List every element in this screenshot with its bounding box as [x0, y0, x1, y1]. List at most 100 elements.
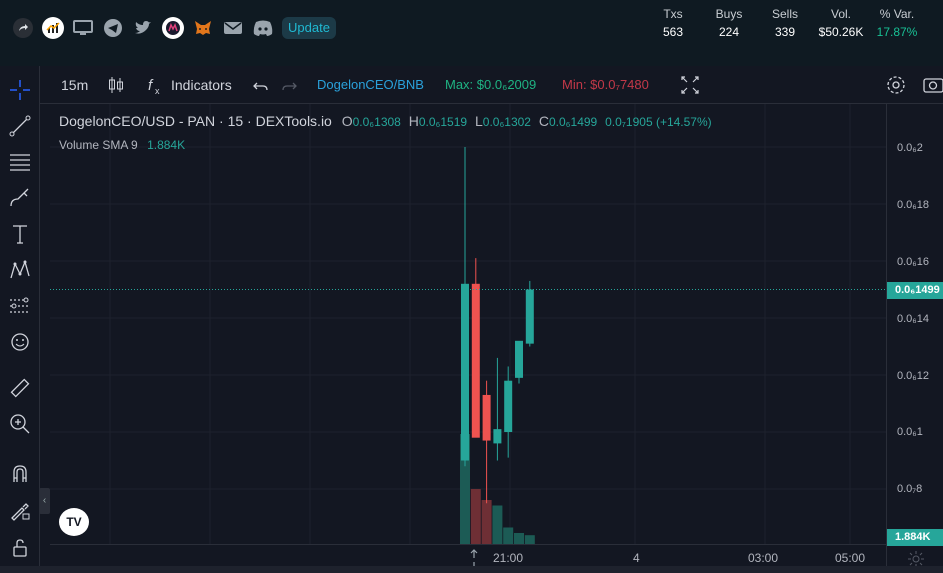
monitor-icon[interactable] [72, 17, 94, 39]
candle-type-icon[interactable] [108, 66, 124, 104]
brush-icon[interactable] [6, 184, 34, 212]
volume-bar [470, 489, 481, 544]
header-icon-row: Update [12, 17, 336, 39]
high-key: H [408, 113, 419, 129]
volume-bar [514, 533, 524, 544]
volume-sma-label: Volume SMA 9 [59, 138, 138, 152]
stat-buys-value: 224 [718, 25, 740, 39]
bottom-scrollbar[interactable] [0, 566, 943, 573]
symbol-label: DogelonCEO/USD - PAN · 15 · DEXTools.io [59, 113, 332, 129]
candlestick-chart[interactable] [50, 104, 886, 544]
candle-body [504, 380, 513, 432]
price-tick: 0.0₆16 [897, 256, 929, 268]
function-icon[interactable]: fx [147, 66, 163, 104]
volume-sma-value: 1.884K [147, 138, 186, 152]
fullscreen-icon[interactable] [680, 66, 700, 104]
trend-line-icon[interactable] [6, 112, 34, 140]
interval-button[interactable]: 15m [61, 66, 88, 104]
time-tick: 4 [633, 551, 640, 565]
discord-icon[interactable] [252, 17, 274, 39]
undo-icon[interactable] [253, 66, 269, 104]
horizontal-lines-icon[interactable] [6, 148, 34, 176]
volume-bar [503, 527, 514, 544]
chart-toolbar: 15m fx Indicators DogelonCEO/BNB Max: $0… [0, 66, 943, 104]
collapse-toolbar-button[interactable]: ‹ [39, 488, 50, 514]
twitter-icon[interactable] [132, 17, 154, 39]
price-tick: 0.0₆18 [897, 199, 929, 211]
high-value: 0.0₆1519 [418, 115, 468, 129]
stat-txs: Txs 563 [643, 7, 703, 39]
svg-text:f: f [148, 77, 154, 94]
stat-txs-label: Txs [663, 7, 683, 21]
pattern-tool-icon[interactable] [6, 256, 34, 284]
mail-icon[interactable] [222, 17, 244, 39]
drawing-toolbar [0, 66, 40, 573]
stat-volume: Vol. $50.26K [811, 7, 871, 39]
magnet-icon[interactable] [6, 460, 34, 488]
zoom-in-icon[interactable] [6, 410, 34, 438]
update-button[interactable]: Update [282, 17, 336, 39]
redo-icon[interactable] [281, 66, 297, 104]
min-price-label: Min: $0.0₇7480 [562, 77, 649, 92]
text-tool-icon[interactable] [6, 220, 34, 248]
volume-bar [481, 500, 492, 544]
telegram-icon[interactable] [102, 17, 124, 39]
tradingview-logo[interactable]: TV [59, 508, 89, 536]
forecast-tool-icon[interactable] [6, 292, 34, 320]
stat-txs-value: 563 [662, 25, 684, 39]
ruler-icon[interactable] [6, 374, 34, 402]
stat-variation-value: 17.87% [876, 25, 918, 39]
low-key: L [474, 113, 483, 129]
candle-body [525, 289, 534, 344]
stat-variation: % Var. 17.87% [867, 7, 927, 39]
change-value: 0.0₇1905 (+14.57%) [605, 115, 712, 129]
candles [461, 147, 534, 504]
svg-text:x: x [155, 86, 160, 96]
stat-sells: Sells 339 [755, 7, 815, 39]
open-key: O [341, 113, 353, 129]
pair-link[interactable]: DogelonCEO/BNB [317, 66, 424, 104]
price-axis[interactable]: 0.0₆2 0.0₆18 0.0₆16 0.0₆14 0.0₆12 0.0₆1 … [886, 104, 943, 573]
lock-drawing-icon[interactable] [6, 496, 34, 524]
candle-body [493, 429, 502, 444]
volume-bar [524, 535, 535, 544]
stat-volume-label: Vol. [830, 7, 851, 21]
crosshair-icon[interactable] [6, 76, 34, 104]
price-tick: 0.0₆12 [897, 370, 929, 382]
settings-gear-icon[interactable] [885, 66, 907, 104]
candle-body [482, 394, 491, 441]
ohlc-legend: DogelonCEO/USD - PAN · 15 · DEXTools.io … [59, 113, 712, 129]
top-header: Update Txs 563 Buys 224 Sells 339 Vol. $… [0, 0, 943, 66]
open-value: 0.0₆1308 [352, 115, 401, 129]
indicators-button[interactable]: Indicators [171, 66, 232, 104]
stat-variation-label: % Var. [879, 7, 915, 21]
pair-stats: Txs 563 Buys 224 Sells 339 Vol. $50.26K … [643, 7, 943, 47]
candle-body [461, 283, 469, 461]
stat-sells-value: 339 [774, 25, 796, 39]
time-tick: 03:00 [748, 551, 779, 565]
stat-buys-label: Buys [715, 7, 743, 21]
low-value: 0.0₆1302 [482, 115, 531, 129]
emoji-icon[interactable] [6, 328, 34, 356]
stat-volume-value: $50.26K [818, 25, 864, 39]
time-tick: 05:00 [835, 551, 866, 565]
price-tick: 0.0₆2 [897, 142, 923, 154]
stat-sells-label: Sells [771, 7, 798, 21]
volume-legend: Volume SMA 9 1.884K [59, 138, 185, 152]
close-value: 0.0₆1499 [549, 115, 598, 129]
chart-app-icon[interactable] [42, 17, 64, 39]
volume-tag: 1.884K [887, 529, 943, 546]
unlock-icon[interactable] [6, 534, 34, 562]
app-root: Update Txs 563 Buys 224 Sells 339 Vol. $… [0, 0, 943, 573]
price-tick: 0.0₆14 [897, 313, 929, 325]
token-logo-icon[interactable] [162, 17, 184, 39]
volume-bar [492, 505, 503, 544]
candle-body [471, 283, 480, 438]
candle-body [515, 340, 523, 378]
current-price-tag: 0.0₆1499 [887, 282, 943, 299]
share-icon[interactable] [12, 17, 34, 39]
max-price-label: Max: $0.0₆2009 [445, 77, 537, 92]
price-tick: 0.0₆1 [897, 426, 923, 438]
metamask-icon[interactable] [192, 17, 214, 39]
camera-icon[interactable] [922, 66, 943, 104]
